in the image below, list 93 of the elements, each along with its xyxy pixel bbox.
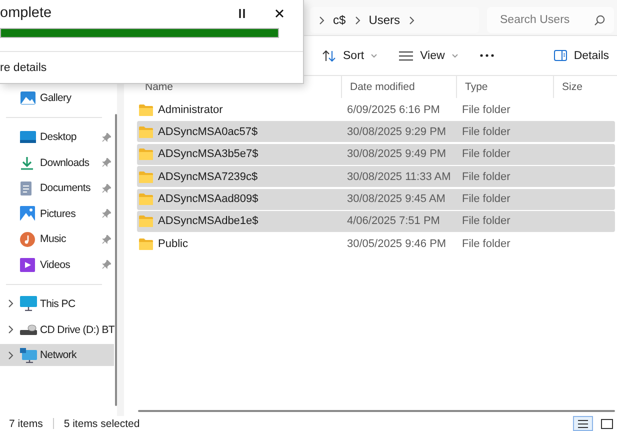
scrollbar[interactable] bbox=[115, 114, 117, 406]
file-row[interactable]: ADSyncMSA0ac57$ 30/08/2025 9:29 PM File folder bbox=[137, 121, 615, 142]
breadcrumb-item[interactable]: Users bbox=[368, 13, 400, 27]
view-button[interactable]: View bbox=[395, 42, 462, 70]
expand-chevron-icon bbox=[6, 299, 14, 308]
pin-icon[interactable] bbox=[102, 234, 111, 244]
file-name: ADSyncMSAad809$ bbox=[158, 193, 258, 206]
file-type: File folder bbox=[462, 238, 510, 250]
folder-icon bbox=[139, 104, 153, 116]
file-name: ADSyncMSA0ac57$ bbox=[158, 126, 258, 138]
video-icon bbox=[20, 258, 35, 272]
file-type: File folder bbox=[462, 104, 510, 116]
list-view-icon bbox=[399, 50, 414, 60]
music-icon bbox=[20, 232, 35, 247]
chevron-icon bbox=[408, 16, 416, 24]
nav-item[interactable]: Music bbox=[0, 228, 114, 250]
file-name: Administrator bbox=[158, 104, 223, 116]
column-header[interactable]: Type bbox=[457, 76, 554, 98]
square-icon bbox=[601, 418, 613, 428]
file-type: File folder bbox=[462, 193, 510, 206]
file-row[interactable]: Administrator 6/09/2025 6:16 PM File folder bbox=[137, 99, 615, 120]
folder-icon bbox=[139, 170, 153, 183]
file-type: File folder bbox=[462, 148, 510, 160]
dialog-title: omplete bbox=[0, 5, 53, 21]
folder-icon bbox=[139, 148, 153, 160]
file-type: File folder bbox=[462, 170, 510, 183]
details-button[interactable]: Details bbox=[550, 42, 613, 70]
expand-chevron-icon bbox=[6, 325, 14, 334]
expand-chevron-icon bbox=[6, 350, 14, 360]
chevron-icon bbox=[318, 16, 325, 24]
file-row[interactable]: Public 30/05/2025 9:46 PM File folder bbox=[137, 233, 615, 254]
date-modified: 4/06/2025 7:51 PM bbox=[347, 215, 440, 228]
file-name: Public bbox=[158, 238, 188, 250]
list-icon bbox=[577, 418, 589, 428]
folder-icon bbox=[139, 238, 153, 250]
column-header[interactable]: Date modified bbox=[342, 76, 457, 98]
pin-icon[interactable] bbox=[102, 209, 111, 218]
nav-item[interactable]: Videos bbox=[0, 254, 114, 276]
date-modified: 30/08/2025 9:29 PM bbox=[347, 126, 446, 138]
pin-icon[interactable] bbox=[102, 132, 111, 142]
close-icon bbox=[274, 8, 284, 18]
nav-item[interactable]: This PC bbox=[0, 292, 114, 315]
network-icon bbox=[20, 348, 37, 363]
search-field[interactable]: Search Users bbox=[487, 7, 614, 33]
nav-item[interactable]: Gallery bbox=[0, 87, 114, 109]
download-icon bbox=[20, 156, 34, 170]
nav-item[interactable]: CD Drive (D:) BT bbox=[0, 318, 114, 341]
selection-count: 5 items selected bbox=[64, 418, 140, 430]
dropdown-icon bbox=[452, 54, 458, 58]
item-count: 7 items bbox=[9, 418, 43, 430]
file-row[interactable]: ADSyncMSA7239c$ 30/08/2025 11:33 AM File folder bbox=[137, 166, 615, 188]
more-details-link[interactable]: re details bbox=[0, 62, 47, 74]
chevron-icon bbox=[354, 16, 361, 24]
date-modified: 30/05/2025 9:46 PM bbox=[347, 238, 446, 250]
drive-icon bbox=[20, 324, 37, 336]
monitor-icon bbox=[20, 296, 37, 312]
desktop-icon bbox=[20, 131, 36, 143]
folder-icon bbox=[139, 215, 153, 228]
file-row[interactable]: ADSyncMSAad809$ 30/08/2025 9:45 AM File folder bbox=[137, 188, 615, 210]
picture-icon bbox=[20, 206, 35, 222]
dropdown-icon bbox=[371, 54, 378, 58]
more-icon bbox=[480, 54, 494, 57]
nav-item[interactable]: Network bbox=[0, 344, 114, 366]
file-row[interactable]: ADSyncMSAdbe1e$ 4/06/2025 7:51 PM File folder bbox=[137, 210, 615, 232]
nav-item[interactable]: Documents bbox=[0, 177, 114, 200]
date-modified: 30/08/2025 9:49 PM bbox=[347, 148, 446, 160]
sort-icon bbox=[322, 50, 336, 62]
file-name: ADSyncMSAdbe1e$ bbox=[158, 215, 258, 228]
file-type: File folder bbox=[462, 215, 510, 228]
file-row[interactable]: ADSyncMSA3b5e7$ 30/08/2025 9:49 PM File folder bbox=[137, 144, 615, 165]
scrollbar[interactable] bbox=[138, 410, 615, 412]
date-modified: 6/09/2025 6:16 PM bbox=[347, 104, 440, 116]
file-name: ADSyncMSA7239c$ bbox=[158, 170, 258, 183]
pin-icon[interactable] bbox=[102, 260, 111, 270]
details-view-button[interactable] bbox=[573, 416, 593, 431]
pin-icon[interactable] bbox=[102, 184, 111, 193]
breadcrumb-item[interactable]: c$ bbox=[333, 13, 346, 27]
nav-item[interactable]: Pictures bbox=[0, 202, 114, 225]
sort-button[interactable]: Sort bbox=[318, 42, 382, 70]
folder-icon bbox=[139, 193, 153, 206]
nav-item[interactable]: Desktop bbox=[0, 126, 114, 148]
pause-icon bbox=[238, 8, 246, 18]
document-icon bbox=[20, 180, 32, 196]
search-icon bbox=[594, 15, 605, 26]
column-header[interactable]: Size bbox=[554, 76, 615, 98]
nav-item[interactable]: Downloads bbox=[0, 152, 114, 174]
file-type: File folder bbox=[462, 126, 510, 138]
folder-icon bbox=[139, 126, 153, 138]
date-modified: 30/08/2025 9:45 AM bbox=[347, 193, 446, 206]
pin-icon[interactable] bbox=[102, 158, 111, 168]
file-name: ADSyncMSA3b5e7$ bbox=[158, 148, 258, 160]
date-modified: 30/08/2025 11:33 AM bbox=[347, 170, 451, 183]
gallery-icon bbox=[20, 91, 36, 105]
